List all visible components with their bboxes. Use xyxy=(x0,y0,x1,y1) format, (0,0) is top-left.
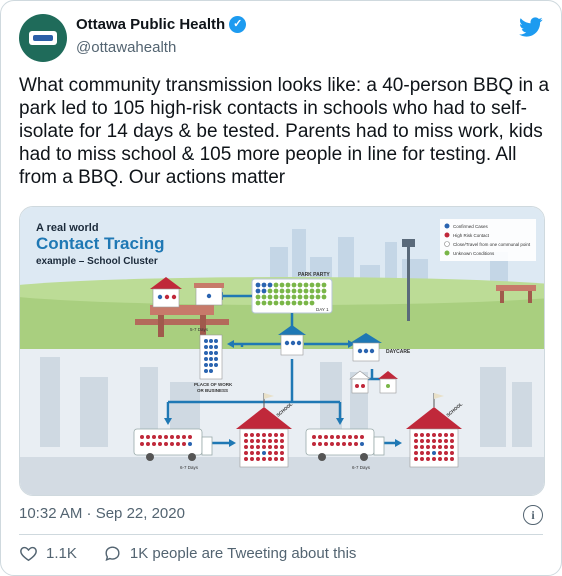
verified-badge-icon: ✓ xyxy=(229,16,247,33)
tweet-text: What community transmission looks like: … xyxy=(19,75,550,188)
legend-communal: Close/Travel from one communal point xyxy=(453,242,531,247)
like-count: 1.1K xyxy=(46,545,77,562)
days-6-7-label-1: 6-7 Days xyxy=(180,465,199,470)
account-name[interactable]: Ottawa Public Health ✓ xyxy=(76,16,247,33)
twitter-bird-icon xyxy=(519,17,543,37)
legend-unknown: Unknown Conditions xyxy=(453,251,495,256)
school-bus-1 xyxy=(133,428,203,456)
or-business-label: OR BUSINESS xyxy=(197,388,228,393)
infographic-subtitle: example – School Cluster xyxy=(36,256,158,267)
days-5-7-label: 5-7 Days xyxy=(190,327,209,332)
tweet-image[interactable]: A real world Contact Tracing example – S… xyxy=(19,206,545,496)
day1-label: DAY 1 xyxy=(316,307,329,312)
infographic-title: Contact Tracing xyxy=(36,234,164,253)
heart-icon xyxy=(20,546,37,562)
legend-high-risk: High Risk Contact xyxy=(453,233,490,238)
tweet-actions: 1.1K 1K people are Tweeting about this xyxy=(19,544,382,563)
divider xyxy=(19,534,543,535)
infographic-kicker: A real world xyxy=(36,222,99,234)
days-6-7-label-2: 6-7 Days xyxy=(352,465,371,470)
tweet-card: Ottawa Public Health ✓ @ottawahealth Wha… xyxy=(0,0,562,576)
place-of-work-label: PLACE OF WORK xyxy=(194,382,233,387)
contact-tracing-infographic: A real world Contact Tracing example – S… xyxy=(20,207,544,495)
chat-bubble-icon xyxy=(105,546,120,562)
display-name[interactable]: Ottawa Public Health xyxy=(76,16,225,33)
tweeting-link[interactable]: 1K people are Tweeting about this xyxy=(103,544,357,563)
avatar[interactable] xyxy=(19,14,67,62)
legend-confirmed: Confirmed Cases xyxy=(453,224,489,229)
ottawa-public-health-logo xyxy=(29,31,57,45)
school-bus-2 xyxy=(305,428,375,456)
daycare-label: DAYCARE xyxy=(386,349,411,355)
like-button[interactable]: 1.1K xyxy=(19,544,77,563)
account-handle[interactable]: @ottawahealth xyxy=(76,39,176,56)
tweet-timestamp[interactable]: 10:32 AM · Sep 22, 2020 xyxy=(19,505,185,522)
info-icon[interactable]: i xyxy=(523,505,543,525)
park-party-label: PARK PARTY xyxy=(298,272,330,278)
tweeting-text: 1K people are Tweeting about this xyxy=(129,545,357,562)
